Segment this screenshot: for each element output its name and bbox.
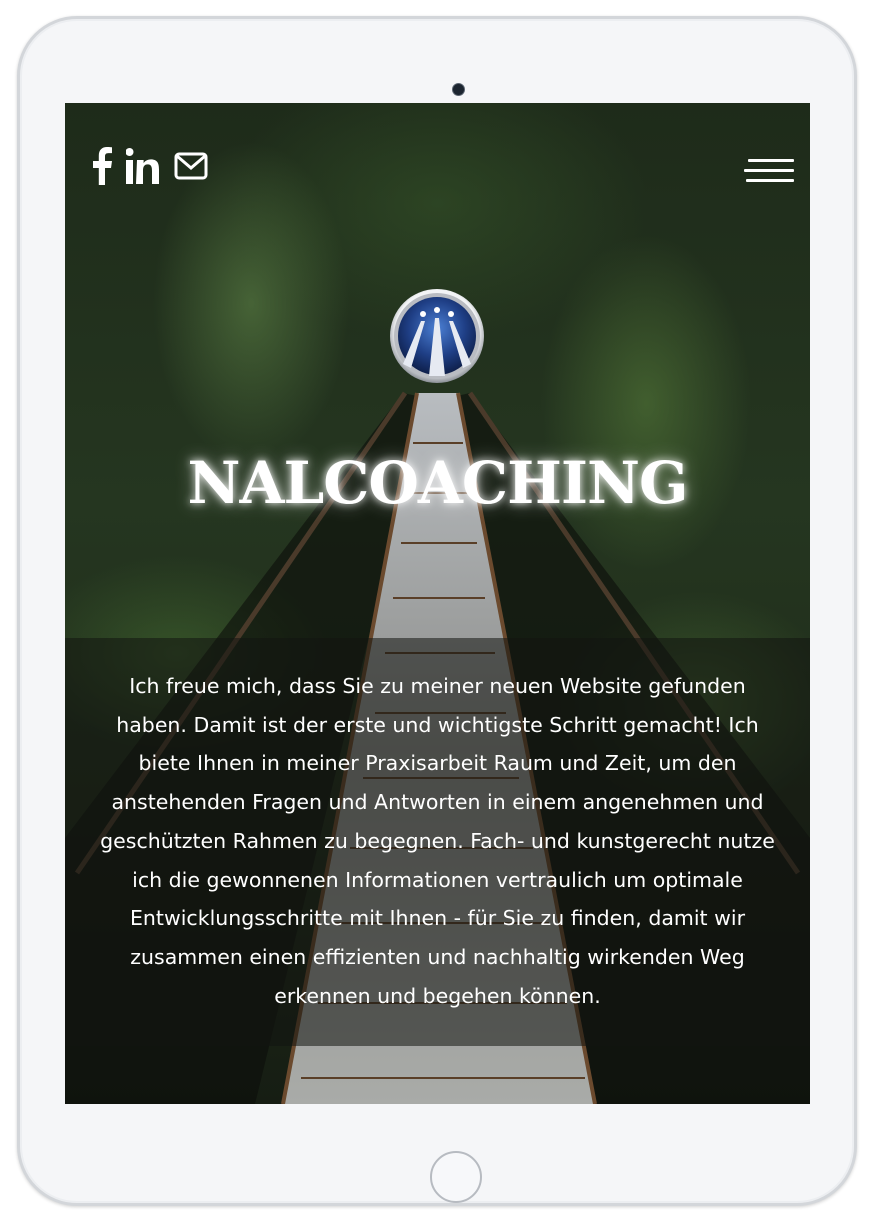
front-camera — [452, 83, 465, 96]
awen-logo[interactable] — [389, 288, 485, 384]
intro-paragraph: Ich freue mich, dass Sie zu meiner neuen… — [100, 674, 775, 1008]
mail-icon[interactable] — [174, 151, 208, 181]
social-links — [92, 146, 222, 186]
site-title: NALCOACHING — [187, 449, 688, 517]
hero-screen: NALCOACHING Ich freue mich, dass Sie zu … — [65, 103, 810, 1104]
home-button[interactable] — [430, 1151, 482, 1203]
linkedin-icon[interactable] — [126, 147, 160, 185]
facebook-icon[interactable] — [92, 147, 112, 185]
hamburger-menu-icon[interactable] — [742, 155, 794, 191]
